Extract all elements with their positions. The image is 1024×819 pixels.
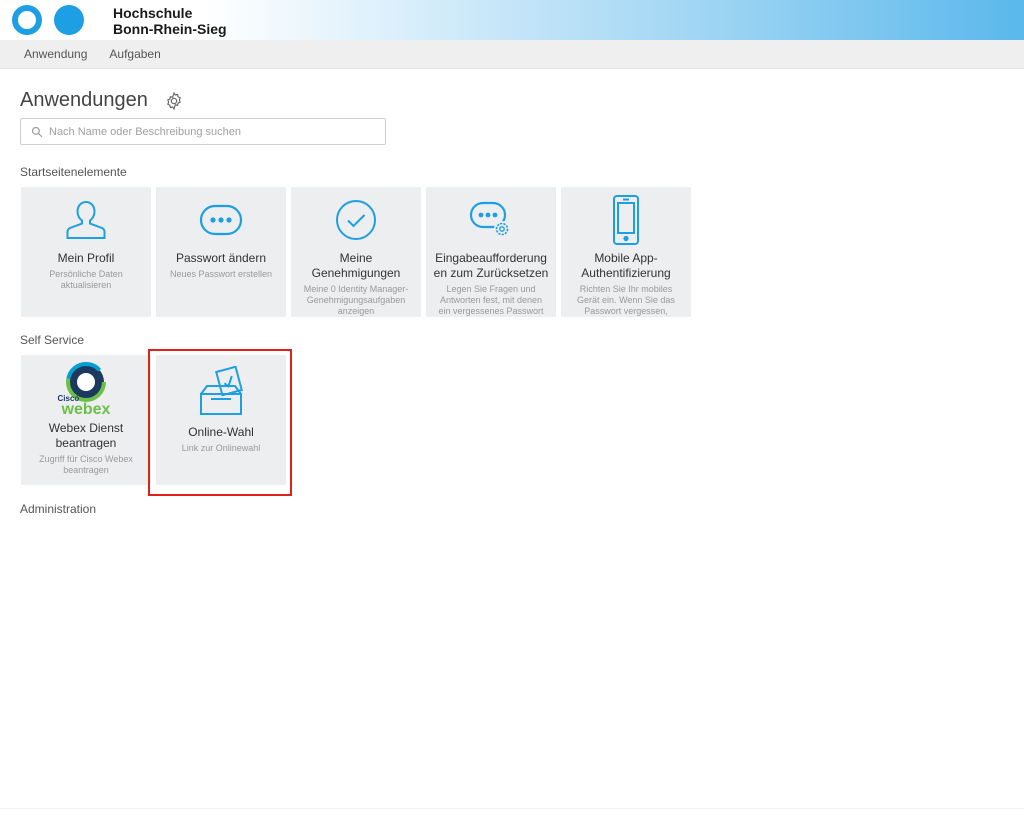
checkmark-circle-icon <box>336 200 376 240</box>
tile-title: Webex Dienst beantragen <box>48 421 124 450</box>
search-box[interactable] <box>20 118 386 145</box>
tile-title: Mobile App-Authentifizierung <box>581 251 671 280</box>
tile-title: Eingabeaufforderung en zum Zurücksetzen <box>433 251 549 280</box>
brand-line-2: Bonn-Rhein-Sieg <box>113 21 227 37</box>
menu-item-anwendung[interactable]: Anwendung <box>24 47 87 61</box>
tile-description: Richten Sie Ihr mobiles Gerät ein. Wenn … <box>577 284 675 316</box>
brand-line-1: Hochschule <box>113 5 193 21</box>
webex-logo-text: webex <box>61 400 111 418</box>
tile-mobile-app[interactable]: Mobile App-Authentifizierung Richten Sie… <box>561 187 691 317</box>
mobile-phone-icon <box>613 195 639 245</box>
section-label-self-service: Self Service <box>20 333 85 347</box>
app-header: Hochschule Bonn-Rhein-Sieg <box>0 0 1024 40</box>
page-title-row: Anwendungen <box>20 89 184 112</box>
university-logo <box>12 5 84 35</box>
section-label-start: Startseitenelemente <box>20 165 127 179</box>
tile-title: Online-Wahl <box>188 425 254 439</box>
tile-title: Mein Profil <box>57 251 115 265</box>
tile-description: Link zur Onlinewahl <box>181 443 261 453</box>
tile-online-wahl[interactable]: Online-Wahl Link zur Onlinewahl <box>156 355 286 485</box>
section-label-administration: Administration <box>20 502 97 516</box>
ballot-box-icon <box>200 366 243 415</box>
search-input[interactable] <box>49 125 369 138</box>
tile-description: Zugriff für Cisco Webex beantragen <box>39 454 133 475</box>
gear-icon[interactable] <box>164 91 184 111</box>
menu-item-aufgaben[interactable]: Aufgaben <box>109 47 160 61</box>
logo-ring-icon <box>12 5 42 35</box>
tile-description: Neues Passwort erstellen <box>169 269 273 279</box>
tile-title: Passwort ändern <box>175 251 267 265</box>
tile-description: Legen Sie Fragen und Antworten fest, mit… <box>438 284 544 316</box>
user-icon <box>66 200 106 239</box>
webex-cisco-text: Cisco <box>57 394 80 403</box>
password-settings-icon <box>469 201 510 237</box>
tile-eingabeaufforderungen[interactable]: Eingabeaufforderung en zum Zurücksetzen … <box>426 187 556 317</box>
tile-description: Persönliche Daten aktualisieren <box>49 269 123 290</box>
password-dots-icon <box>199 204 243 236</box>
tile-meine-genehmigungen[interactable]: Meine Genehmigungen Meine 0 Identity Man… <box>291 187 421 317</box>
university-name: Hochschule Bonn-Rhein-Sieg <box>113 5 227 37</box>
tile-description: Meine 0 Identity Manager-Genehmigungsauf… <box>303 284 409 316</box>
footer-divider <box>0 808 1024 809</box>
tile-webex[interactable]: Cisco webex Webex Dienst beantragen Zugr… <box>21 355 151 485</box>
tile-mein-profil[interactable]: Mein Profil Persönliche Daten aktualisie… <box>21 187 151 317</box>
menu-bar: Anwendung Aufgaben <box>0 40 1024 69</box>
logo-dot-icon <box>54 5 84 35</box>
tile-title: Meine Genehmigungen <box>311 251 401 280</box>
tile-passwort-aendern[interactable]: Passwort ändern Neues Passwort erstellen <box>156 187 286 317</box>
search-icon <box>31 126 43 137</box>
page-title: Anwendungen <box>20 89 148 111</box>
